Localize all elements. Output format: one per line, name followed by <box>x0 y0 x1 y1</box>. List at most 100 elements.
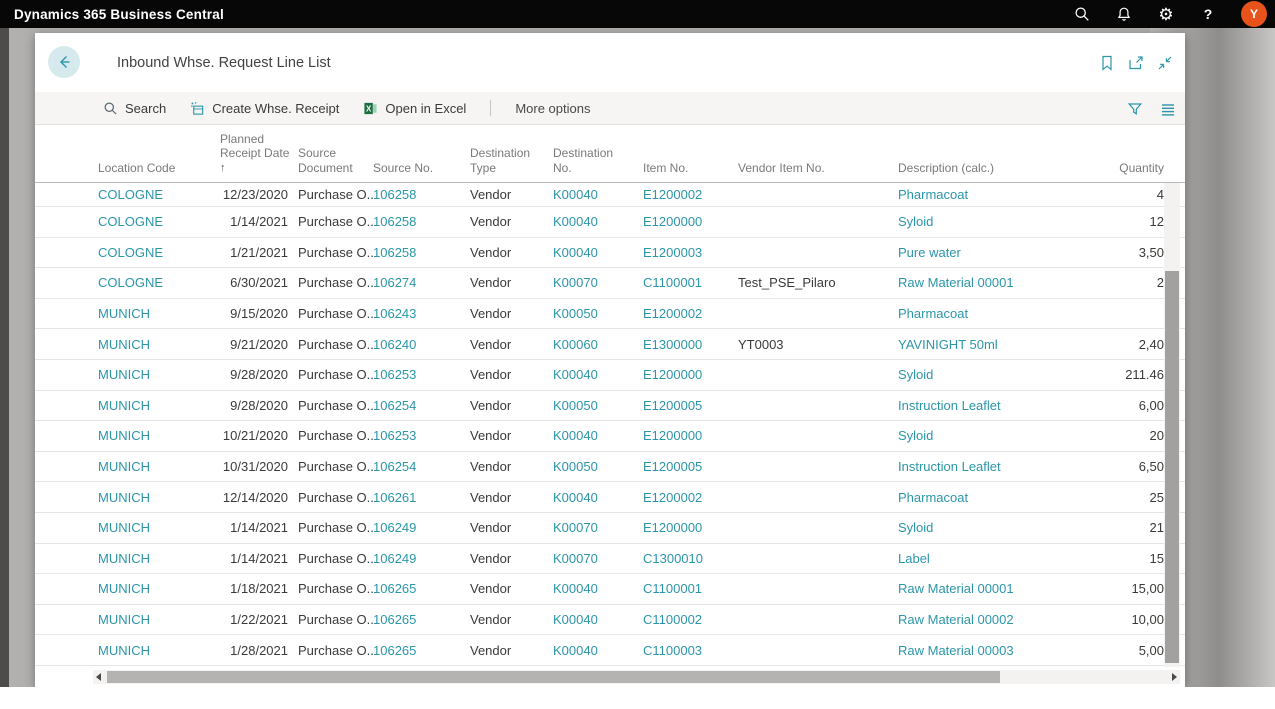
cell-location[interactable]: COLOGNE <box>98 187 220 202</box>
cell-location[interactable]: MUNICH <box>98 520 220 535</box>
cell-source_no[interactable]: 106254 <box>373 398 470 413</box>
search-icon[interactable] <box>1073 5 1091 23</box>
cell-item_no[interactable]: C1100001 <box>643 275 738 290</box>
column-header-date[interactable]: PlannedReceipt Date↑ <box>220 132 298 176</box>
cell-source_no[interactable]: 106254 <box>373 459 470 474</box>
cell-source_no[interactable]: 106258 <box>373 187 470 202</box>
scroll-right-arrow-icon[interactable] <box>1172 673 1177 681</box>
cell-description[interactable]: Pharmacoat <box>898 187 1090 202</box>
user-avatar[interactable]: Y <box>1241 1 1267 27</box>
cell-location[interactable]: MUNICH <box>98 337 220 352</box>
cell-source_no[interactable]: 106265 <box>373 612 470 627</box>
table-row[interactable]: MUNICH9/28/2020Purchase O...106253Vendor… <box>35 360 1185 391</box>
cell-item_no[interactable]: C1100002 <box>643 612 738 627</box>
table-row[interactable]: MUNICH10/31/2020Purchase O...106254Vendo… <box>35 452 1185 483</box>
table-row[interactable]: COLOGNE6/30/2021Purchase O...106274Vendo… <box>35 268 1185 299</box>
cell-dest_no[interactable]: K00040 <box>553 490 643 505</box>
table-row[interactable]: MUNICH1/14/2021Purchase O...106249Vendor… <box>35 544 1185 575</box>
table-row[interactable]: MUNICH1/28/2021Purchase O...106265Vendor… <box>35 635 1185 666</box>
table-row[interactable]: COLOGNE1/14/2021Purchase O...106258Vendo… <box>35 207 1185 238</box>
filter-icon[interactable] <box>1127 101 1143 117</box>
cell-dest_no[interactable]: K00050 <box>553 459 643 474</box>
table-row[interactable]: MUNICH1/18/2021Purchase O...106265Vendor… <box>35 574 1185 605</box>
table-row[interactable]: MUNICH12/14/2020Purchase O...106261Vendo… <box>35 482 1185 513</box>
cell-dest_no[interactable]: K00050 <box>553 398 643 413</box>
cell-dest_no[interactable]: K00040 <box>553 187 643 202</box>
settings-gear-icon[interactable]: ⚙ <box>1157 5 1175 23</box>
cell-location[interactable]: MUNICH <box>98 428 220 443</box>
scroll-left-arrow-icon[interactable] <box>96 673 101 681</box>
cell-item_no[interactable]: E1200000 <box>643 214 738 229</box>
cell-dest_no[interactable]: K00040 <box>553 367 643 382</box>
cell-description[interactable]: Instruction Leaflet <box>898 459 1090 474</box>
table-row[interactable]: MUNICH1/14/2021Purchase O...106249Vendor… <box>35 513 1185 544</box>
search-button[interactable]: Search <box>103 101 166 116</box>
cell-item_no[interactable]: C1100001 <box>643 581 738 596</box>
cell-dest_no[interactable]: K00070 <box>553 551 643 566</box>
cell-description[interactable]: YAVINIGHT 50ml <box>898 337 1090 352</box>
bookmark-icon[interactable] <box>1099 55 1115 71</box>
column-header-vendor_item_no[interactable]: Vendor Item No. <box>738 161 898 176</box>
cell-dest_no[interactable]: K00040 <box>553 643 643 658</box>
cell-source_no[interactable]: 106265 <box>373 581 470 596</box>
cell-description[interactable]: Raw Material 00001 <box>898 581 1090 596</box>
cell-item_no[interactable]: E1200003 <box>643 245 738 260</box>
cell-source_no[interactable]: 106265 <box>373 643 470 658</box>
cell-dest_no[interactable]: K00040 <box>553 612 643 627</box>
cell-location[interactable]: MUNICH <box>98 551 220 566</box>
cell-source_no[interactable]: 106253 <box>373 367 470 382</box>
column-header-source_doc[interactable]: SourceDocument <box>298 146 373 175</box>
column-header-quantity[interactable]: Quantity <box>1090 161 1164 176</box>
cell-dest_no[interactable]: K00050 <box>553 306 643 321</box>
cell-location[interactable]: MUNICH <box>98 398 220 413</box>
create-whse-receipt-button[interactable]: Create Whse. Receipt <box>190 101 339 116</box>
cell-dest_no[interactable]: K00040 <box>553 214 643 229</box>
cell-source_no[interactable]: 106258 <box>373 214 470 229</box>
back-button[interactable] <box>48 46 80 78</box>
cell-dest_no[interactable]: K00040 <box>553 245 643 260</box>
cell-item_no[interactable]: C1100003 <box>643 643 738 658</box>
cell-item_no[interactable]: C1300010 <box>643 551 738 566</box>
cell-source_no[interactable]: 106240 <box>373 337 470 352</box>
cell-item_no[interactable]: E1200000 <box>643 520 738 535</box>
column-header-item_no[interactable]: Item No. <box>643 161 738 176</box>
cell-description[interactable]: Raw Material 00003 <box>898 643 1090 658</box>
column-header-dest_no[interactable]: DestinationNo. <box>553 146 643 175</box>
cell-item_no[interactable]: E1200002 <box>643 187 738 202</box>
cell-item_no[interactable]: E1200000 <box>643 367 738 382</box>
list-view-icon[interactable] <box>1160 101 1176 117</box>
cell-dest_no[interactable]: K00060 <box>553 337 643 352</box>
horizontal-scrollbar-thumb[interactable] <box>107 671 1000 683</box>
notifications-bell-icon[interactable] <box>1115 5 1133 23</box>
more-options-button[interactable]: More options <box>515 101 590 116</box>
cell-location[interactable]: MUNICH <box>98 490 220 505</box>
cell-location[interactable]: MUNICH <box>98 612 220 627</box>
cell-source_no[interactable]: 106243 <box>373 306 470 321</box>
table-row[interactable]: MUNICH10/21/2020Purchase O...106253Vendo… <box>35 421 1185 452</box>
open-in-excel-button[interactable]: X Open in Excel <box>363 101 466 116</box>
table-row[interactable]: MUNICH1/22/2021Purchase O...106265Vendor… <box>35 605 1185 636</box>
cell-description[interactable]: Label <box>898 551 1090 566</box>
cell-description[interactable]: Pharmacoat <box>898 306 1090 321</box>
column-header-source_no[interactable]: Source No. <box>373 161 470 176</box>
cell-source_no[interactable]: 106253 <box>373 428 470 443</box>
cell-location[interactable]: COLOGNE <box>98 275 220 290</box>
table-row[interactable]: MUNICH9/15/2020Purchase O...106243Vendor… <box>35 299 1185 330</box>
vertical-scrollbar[interactable] <box>1164 183 1180 667</box>
table-row[interactable]: COLOGNE1/21/2021Purchase O...106258Vendo… <box>35 238 1185 269</box>
cell-description[interactable]: Pure water <box>898 245 1090 260</box>
cell-source_no[interactable]: 106258 <box>373 245 470 260</box>
cell-location[interactable]: COLOGNE <box>98 245 220 260</box>
cell-location[interactable]: MUNICH <box>98 581 220 596</box>
help-icon[interactable]: ? <box>1199 5 1217 23</box>
cell-description[interactable]: Syloid <box>898 428 1090 443</box>
cell-item_no[interactable]: E1200005 <box>643 459 738 474</box>
cell-description[interactable]: Syloid <box>898 367 1090 382</box>
cell-dest_no[interactable]: K00070 <box>553 275 643 290</box>
cell-dest_no[interactable]: K00070 <box>553 520 643 535</box>
table-row[interactable]: MUNICH9/21/2020Purchase O...106240Vendor… <box>35 329 1185 360</box>
cell-item_no[interactable]: E1200005 <box>643 398 738 413</box>
cell-dest_no[interactable]: K00040 <box>553 428 643 443</box>
cell-source_no[interactable]: 106261 <box>373 490 470 505</box>
cell-location[interactable]: MUNICH <box>98 367 220 382</box>
